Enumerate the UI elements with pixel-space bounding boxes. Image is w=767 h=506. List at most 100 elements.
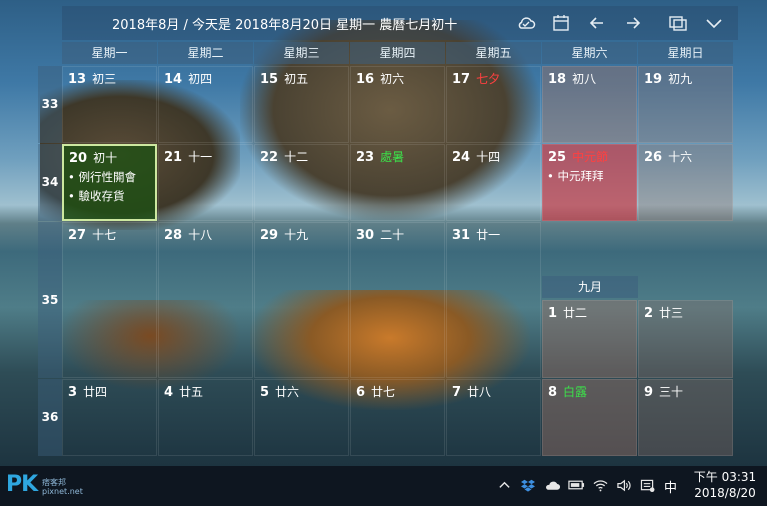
day-cell-aug-14[interactable]: 14 初四 — [158, 66, 253, 143]
lunar-date: 初十 — [93, 151, 118, 165]
lunar-date: 廿一 — [476, 228, 501, 242]
day-number: 15 — [260, 72, 279, 87]
lunar-date: 初三 — [92, 72, 117, 86]
day-cell-sep-9[interactable]: 9 三十 — [638, 379, 733, 456]
pixnet-logo: PK — [6, 472, 38, 497]
day-cell-aug-24[interactable]: 24 十四 — [446, 144, 541, 221]
month-separator-september: 九月 — [542, 276, 638, 298]
lunar-date: 十九 — [284, 228, 309, 242]
day-cell-aug-31[interactable]: 31 廿一 — [446, 222, 541, 378]
day-cell-aug-27[interactable]: 27 十七 — [62, 222, 157, 378]
clock-time: 下午 03:31 — [693, 470, 757, 484]
weekday-wed: 星期三 — [254, 42, 349, 64]
taskbar-clock[interactable]: 下午 03:31 2018/8/20 — [690, 469, 760, 501]
input-method-indicator[interactable]: 中 — [664, 477, 677, 496]
chevron-down-icon[interactable] — [702, 12, 726, 34]
lunar-date: 廿四 — [83, 385, 108, 399]
day-cell-aug-17[interactable]: 17 七夕 — [446, 66, 541, 143]
event-item[interactable]: • 例行性開會 — [68, 169, 136, 185]
day-cell-aug-29[interactable]: 29 十九 — [254, 222, 349, 378]
lunar-date: 十七 — [92, 228, 117, 242]
day-number: 5 — [260, 385, 270, 400]
day-number: 17 — [452, 72, 471, 87]
dropbox-icon[interactable] — [519, 476, 537, 494]
event-item[interactable]: • 中元拜拜 — [547, 168, 603, 184]
weekday-sun: 星期日 — [638, 42, 733, 64]
day-cell-aug-23[interactable]: 23 處暑 — [350, 144, 445, 221]
week-number-35: 35 — [38, 222, 62, 378]
lunar-date: 初五 — [284, 72, 309, 86]
day-cell-sep-8[interactable]: 8 白露 — [542, 379, 637, 456]
battery-icon[interactable] — [567, 476, 585, 494]
day-cell-aug-22[interactable]: 22 十二 — [254, 144, 349, 221]
solar-term-label: 白露 — [563, 385, 588, 399]
day-cell-sep-7[interactable]: 7 廿八 — [446, 379, 541, 456]
desktop-calendar: 2018年8月 / 今天是 2018年8月20日 星期一 農曆七月初十 星期一 … — [38, 6, 738, 458]
day-number: 31 — [452, 228, 471, 243]
lunar-date: 三十 — [659, 385, 684, 399]
next-month-arrow-icon[interactable] — [621, 12, 645, 34]
day-number: 3 — [68, 385, 78, 400]
lunar-date: 十二 — [284, 150, 309, 164]
day-number: 29 — [260, 228, 279, 243]
day-cell-aug-21[interactable]: 21 十一 — [158, 144, 253, 221]
onedrive-cloud-icon[interactable] — [543, 476, 561, 494]
lunar-date: 廿五 — [179, 385, 204, 399]
day-cell-sep-2[interactable]: 2 廿三 — [638, 300, 733, 378]
day-cell-aug-28[interactable]: 28 十八 — [158, 222, 253, 378]
windows-taskbar: PK 痞客邦 pixnet.net 中 下午 03:31 2018/8/20 — [0, 466, 767, 506]
volume-icon[interactable] — [614, 476, 632, 494]
day-cell-aug-18[interactable]: 18 初八 — [542, 66, 637, 143]
previous-month-arrow-icon[interactable] — [585, 12, 609, 34]
day-cell-aug-19[interactable]: 19 初九 — [638, 66, 733, 143]
day-cell-sep-4[interactable]: 4 廿五 — [158, 379, 253, 456]
day-cell-sep-3[interactable]: 3 廿四 — [62, 379, 157, 456]
day-number: 4 — [164, 385, 174, 400]
day-cell-aug-25[interactable]: 25 中元節 • 中元拜拜 — [542, 144, 637, 221]
cloud-sync-icon[interactable] — [514, 12, 538, 34]
action-center-icon[interactable] — [638, 476, 656, 494]
lunar-date: 十一 — [188, 150, 213, 164]
day-number: 18 — [548, 72, 567, 87]
calendar-toolbar: 2018年8月 / 今天是 2018年8月20日 星期一 農曆七月初十 — [62, 6, 738, 40]
window-mode-icon[interactable] — [666, 12, 690, 34]
solar-term-label: 處暑 — [380, 150, 405, 164]
calendar-icon[interactable] — [549, 12, 573, 34]
day-number: 25 — [548, 150, 567, 165]
day-number: 26 — [644, 150, 663, 165]
weekday-thu: 星期四 — [350, 42, 445, 64]
wifi-icon[interactable] — [591, 476, 609, 494]
day-cell-sep-5[interactable]: 5 廿六 — [254, 379, 349, 456]
day-cell-aug-30[interactable]: 30 二十 — [350, 222, 445, 378]
lunar-date: 十四 — [476, 150, 501, 164]
lunar-date: 廿八 — [467, 385, 492, 399]
day-cell-aug-26[interactable]: 26 十六 — [638, 144, 733, 221]
week-number-33: 33 — [38, 66, 62, 143]
lunar-date: 廿二 — [563, 306, 588, 320]
lunar-date: 廿三 — [659, 306, 684, 320]
weekday-mon: 星期一 — [62, 42, 157, 64]
clock-date: 2018/8/20 — [694, 486, 756, 500]
day-cell-sep-6[interactable]: 6 廿七 — [350, 379, 445, 456]
event-item[interactable]: • 驗收存貨 — [68, 188, 124, 204]
lunar-date: 初四 — [188, 72, 213, 86]
day-number: 9 — [644, 385, 654, 400]
weekday-tue: 星期二 — [158, 42, 253, 64]
lunar-date: 二十 — [380, 228, 405, 242]
day-number: 7 — [452, 385, 462, 400]
day-cell-aug-15[interactable]: 15 初五 — [254, 66, 349, 143]
day-cell-sep-1[interactable]: 1 廿二 — [542, 300, 637, 378]
week-number-34: 34 — [38, 144, 62, 221]
weekday-sat: 星期六 — [542, 42, 637, 64]
day-number: 6 — [356, 385, 366, 400]
day-number: 14 — [164, 72, 183, 87]
lunar-date: 十八 — [188, 228, 213, 242]
day-number: 21 — [164, 150, 183, 165]
chevron-up-icon[interactable] — [495, 476, 513, 494]
pixnet-logo-subtitle: 痞客邦 pixnet.net — [42, 478, 83, 496]
day-cell-aug-13[interactable]: 13 初三 — [62, 66, 157, 143]
day-number: 16 — [356, 72, 375, 87]
day-cell-aug-16[interactable]: 16 初六 — [350, 66, 445, 143]
day-cell-aug-20-today[interactable]: 20 初十 • 例行性開會 • 驗收存貨 — [62, 144, 157, 221]
lunar-date: 初九 — [668, 72, 693, 86]
